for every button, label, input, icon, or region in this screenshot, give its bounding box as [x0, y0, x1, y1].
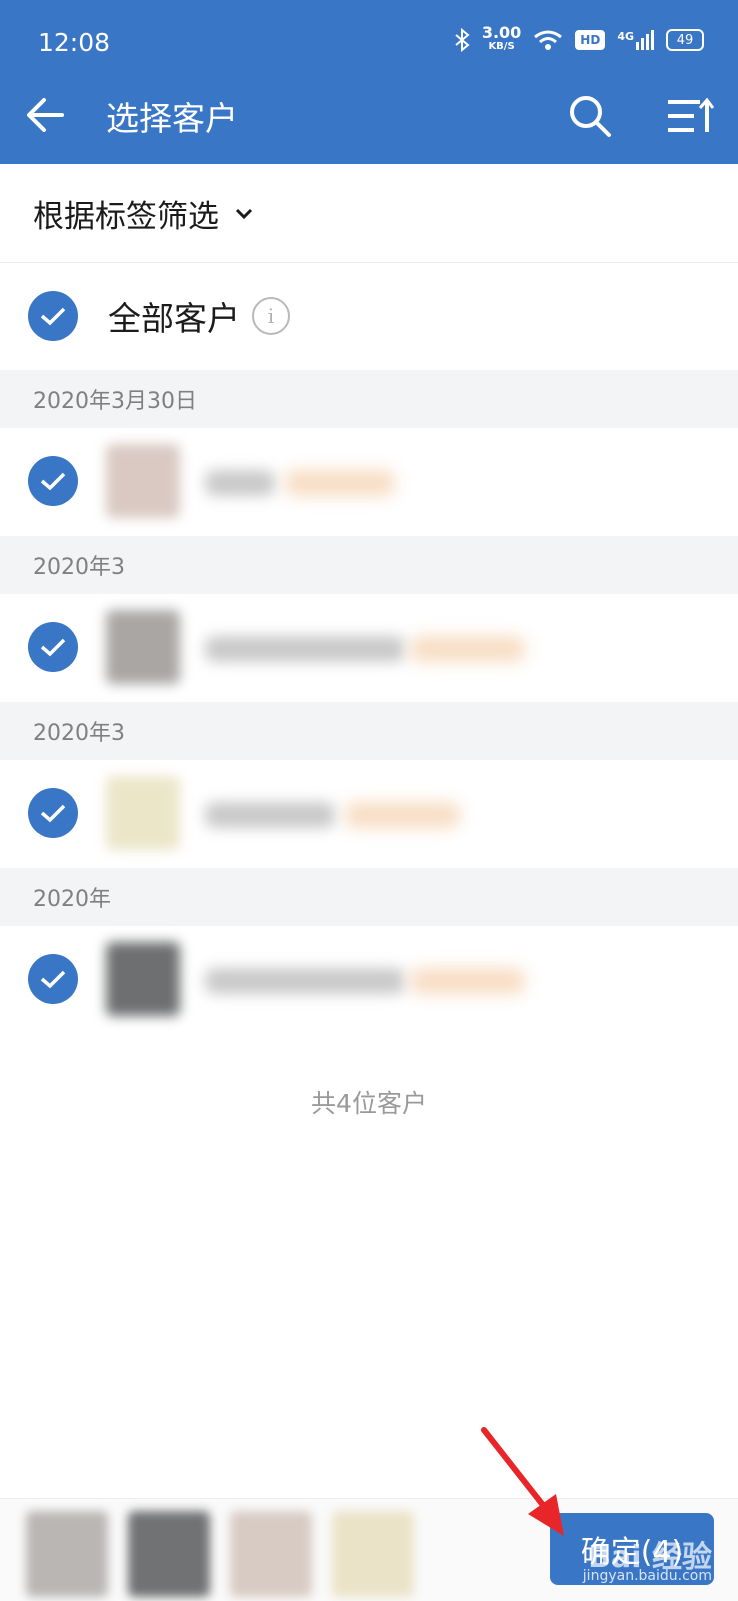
- selected-avatar[interactable]: [230, 1511, 312, 1597]
- tag-filter-dropdown[interactable]: 根据标签筛选: [0, 164, 738, 263]
- network-speed: 3.00 KB/S: [481, 23, 522, 53]
- checkmark-icon: [40, 307, 66, 326]
- customer-tag-redacted: [285, 470, 395, 496]
- sort-list-icon[interactable]: [664, 94, 714, 140]
- date-header: 2020年3: [0, 702, 738, 760]
- customer-name-redacted: [205, 470, 275, 496]
- page-title: 选择客户: [106, 99, 238, 138]
- selected-avatar[interactable]: [26, 1511, 108, 1597]
- hd-badge: HD: [575, 30, 606, 50]
- arrow-left-icon[interactable]: [22, 90, 72, 140]
- customer-name-redacted: [205, 968, 405, 994]
- search-icon[interactable]: [566, 92, 614, 140]
- battery-indicator: 49: [666, 29, 704, 51]
- filter-label: 根据标签筛选: [33, 198, 219, 235]
- info-icon[interactable]: i: [252, 297, 290, 335]
- avatar: [106, 610, 180, 684]
- wifi-icon: [534, 30, 563, 50]
- list-item[interactable]: [0, 760, 738, 868]
- avatar: [106, 942, 180, 1016]
- app-bar: 12:08 3.00 KB/S HD 4G 49 选择客户: [0, 0, 738, 164]
- selected-avatar[interactable]: [332, 1511, 414, 1597]
- checkbox-all[interactable]: [28, 291, 78, 341]
- status-time: 12:08: [38, 28, 111, 57]
- checkbox[interactable]: [28, 954, 78, 1004]
- signal-indicator: 4G: [617, 30, 654, 50]
- checkbox[interactable]: [28, 788, 78, 838]
- checkmark-icon: [40, 804, 66, 823]
- date-header: 2020年3: [0, 536, 738, 594]
- checkbox[interactable]: [28, 456, 78, 506]
- list-item[interactable]: [0, 594, 738, 702]
- customer-tag-redacted: [410, 636, 525, 662]
- list-item[interactable]: [0, 428, 738, 536]
- select-all-row[interactable]: 全部客户 i: [0, 262, 738, 370]
- chevron-down-icon: [235, 208, 253, 220]
- avatar: [106, 444, 180, 518]
- checkmark-icon: [40, 472, 66, 491]
- date-header: 2020年: [0, 868, 738, 926]
- annotation-arrow-icon: [481, 1427, 564, 1536]
- checkmark-icon: [40, 970, 66, 989]
- customer-name-redacted: [205, 802, 335, 828]
- customer-name-redacted: [205, 636, 405, 662]
- all-customers-label: 全部客户: [108, 299, 240, 338]
- avatar: [106, 776, 180, 850]
- date-header: 2020年3月30日: [0, 370, 738, 428]
- customer-tag-redacted: [345, 802, 460, 828]
- checkbox[interactable]: [28, 622, 78, 672]
- list-item[interactable]: [0, 926, 738, 1034]
- checkmark-icon: [40, 638, 66, 657]
- bluetooth-icon: [455, 28, 470, 52]
- customer-tag-redacted: [410, 968, 525, 994]
- selection-bar: 确定(4): [0, 1498, 738, 1601]
- total-count: 共4位客户: [311, 1089, 427, 1118]
- selected-avatar[interactable]: [128, 1511, 210, 1597]
- status-icons: 3.00 KB/S HD 4G 49: [454, 23, 704, 54]
